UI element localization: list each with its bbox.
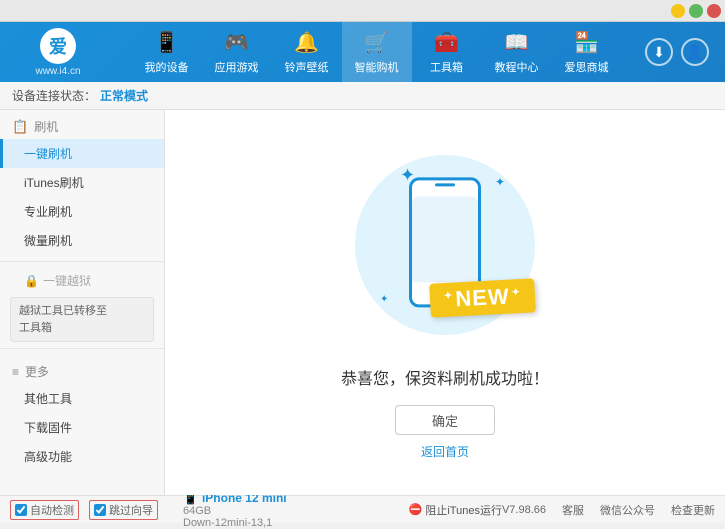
- itunes-flash-label: iTunes刷机: [24, 176, 84, 190]
- wechat-official-link[interactable]: 微信公众号: [600, 502, 655, 518]
- sidebar-item-pro-flash[interactable]: 专业刷机: [0, 197, 164, 226]
- nav-mall[interactable]: 🏪 爱思商城: [552, 22, 622, 82]
- nav-smart-shop[interactable]: 🛒 智能购机: [342, 22, 412, 82]
- content-area: ✦ ✦ ✦ NEW 恭喜您，保资料刷机成功啦！ 确定 返回首页: [165, 110, 725, 495]
- bottom-bar: 自动检测 跳过向导 📱 iPhone 12 mini 64GB Down-12m…: [0, 495, 725, 523]
- sidebar-item-itunes-flash[interactable]: iTunes刷机: [0, 168, 164, 197]
- success-text: 恭喜您，保资料刷机成功啦！: [341, 365, 549, 389]
- stop-itunes-icon: ⛔: [409, 503, 423, 516]
- sidebar-notice: 越狱工具已转移至工具箱: [10, 297, 154, 342]
- advanced-label: 高级功能: [24, 450, 72, 464]
- other-tools-label: 其他工具: [24, 392, 72, 406]
- ringtones-icon: 🔔: [294, 30, 319, 55]
- sidebar-section-flash: 📋 刷机: [0, 110, 164, 139]
- user-button[interactable]: 👤: [681, 38, 709, 66]
- nav-my-device[interactable]: 📱 我的设备: [132, 22, 202, 82]
- new-badge: NEW: [429, 278, 536, 317]
- flash-section-label: 刷机: [34, 118, 58, 135]
- status-value: 正常模式: [100, 87, 148, 104]
- stop-itunes-button[interactable]: ⛔ 阻止iTunes运行: [409, 502, 502, 518]
- sidebar-item-one-click-flash[interactable]: 一键刷机: [0, 139, 164, 168]
- nav-tutorial[interactable]: 📖 教程中心: [482, 22, 552, 82]
- logo-url: www.i4.cn: [35, 66, 80, 77]
- sidebar: 📋 刷机 一键刷机 iTunes刷机 专业刷机 微量刷机 🔒 一键越狱 越狱工具…: [0, 110, 165, 495]
- my-device-icon: 📱: [154, 30, 179, 55]
- recover-flash-label: 微量刷机: [24, 234, 72, 248]
- phone-illustration: ✦ ✦ ✦ NEW: [345, 145, 545, 345]
- nav-tutorial-label: 教程中心: [495, 59, 539, 75]
- header: 爱 www.i4.cn 📱 我的设备 🎮 应用游戏 🔔 铃声壁纸 🛒 智能购机 …: [0, 22, 725, 82]
- more-section-label: 更多: [25, 363, 49, 380]
- sidebar-item-download-firmware[interactable]: 下载固件: [0, 413, 164, 442]
- sidebar-item-recover-flash[interactable]: 微量刷机: [0, 226, 164, 255]
- nav-toolbox[interactable]: 🧰 工具箱: [412, 22, 482, 82]
- jailbreak-label: 一键越狱: [43, 272, 91, 289]
- pro-flash-label: 专业刷机: [24, 205, 72, 219]
- nav-ringtones-label: 铃声壁纸: [285, 59, 329, 75]
- more-section-icon: ≡: [12, 365, 19, 379]
- nav-smart-shop-label: 智能购机: [355, 59, 399, 75]
- skip-wizard-checkbox[interactable]: [94, 504, 106, 516]
- apps-games-icon: 🎮: [224, 30, 249, 55]
- maximize-button[interactable]: [689, 4, 703, 18]
- sidebar-divider-1: [0, 261, 164, 262]
- mall-icon: 🏪: [574, 30, 599, 55]
- bottom-left: 自动检测 跳过向导: [10, 500, 175, 520]
- sidebar-item-advanced[interactable]: 高级功能: [0, 442, 164, 471]
- toolbox-icon: 🧰: [434, 30, 459, 55]
- sidebar-item-other-tools[interactable]: 其他工具: [0, 384, 164, 413]
- main-layout: 📋 刷机 一键刷机 iTunes刷机 专业刷机 微量刷机 🔒 一键越狱 越狱工具…: [0, 110, 725, 495]
- minimize-button[interactable]: [671, 4, 685, 18]
- status-bar: 设备连接状态： 正常模式: [0, 82, 725, 110]
- nav-apps-games[interactable]: 🎮 应用游戏: [202, 22, 272, 82]
- title-bar: [0, 0, 725, 22]
- stop-itunes-label: 阻止iTunes运行: [425, 502, 502, 518]
- skip-wizard-text: 跳过向导: [109, 502, 153, 518]
- smart-shop-icon: 🛒: [364, 30, 389, 55]
- home-link[interactable]: 返回首页: [421, 443, 469, 460]
- status-label: 设备连接状态：: [12, 87, 96, 104]
- sparkle-3: ✦: [380, 294, 388, 305]
- nav-toolbox-label: 工具箱: [430, 59, 463, 75]
- logo-icon: 爱: [40, 28, 76, 64]
- notice-text: 越狱工具已转移至工具箱: [19, 305, 107, 334]
- nav-my-device-label: 我的设备: [145, 59, 189, 75]
- device-storage: 64GB: [183, 505, 409, 517]
- sidebar-section-more: ≡ 更多: [0, 355, 164, 384]
- sparkle-2: ✦: [495, 175, 505, 189]
- nav-ringtones[interactable]: 🔔 铃声壁纸: [272, 22, 342, 82]
- logo-area: 爱 www.i4.cn: [8, 28, 108, 77]
- skip-wizard-label[interactable]: 跳过向导: [89, 500, 158, 520]
- customer-service-link[interactable]: 客服: [562, 502, 584, 518]
- download-button[interactable]: ⬇: [645, 38, 673, 66]
- auto-connect-checkbox[interactable]: [15, 504, 27, 516]
- download-firmware-label: 下载固件: [24, 421, 72, 435]
- sidebar-locked-jailbreak: 🔒 一键越狱: [0, 268, 164, 293]
- check-update-link[interactable]: 检查更新: [671, 502, 715, 518]
- close-button[interactable]: [707, 4, 721, 18]
- phone-screen: [412, 196, 478, 282]
- flash-section-icon: 📋: [12, 119, 28, 135]
- auto-connect-text: 自动检测: [30, 502, 74, 518]
- auto-connect-label[interactable]: 自动检测: [10, 500, 79, 520]
- nav-apps-games-label: 应用游戏: [215, 59, 259, 75]
- bottom-right: V7.98.66 客服 微信公众号 检查更新: [502, 502, 715, 518]
- confirm-button[interactable]: 确定: [395, 405, 495, 435]
- version-text: V7.98.66: [502, 504, 546, 516]
- header-right: ⬇ 👤: [645, 38, 717, 66]
- nav-bar: 📱 我的设备 🎮 应用游戏 🔔 铃声壁纸 🛒 智能购机 🧰 工具箱 📖 教程中心…: [108, 22, 645, 82]
- one-click-flash-label: 一键刷机: [24, 147, 72, 161]
- tutorial-icon: 📖: [504, 30, 529, 55]
- lock-icon: 🔒: [24, 274, 39, 288]
- nav-mall-label: 爱思商城: [565, 59, 609, 75]
- sidebar-divider-2: [0, 348, 164, 349]
